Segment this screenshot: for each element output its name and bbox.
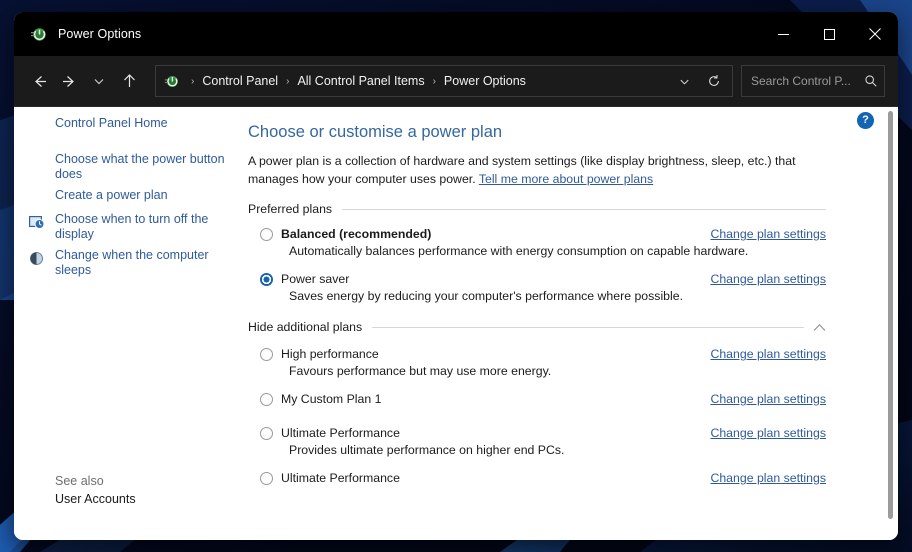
plan-row[interactable]: Ultimate Performance Provides ultimate p… (260, 426, 826, 457)
help-icon[interactable]: ? (857, 112, 874, 129)
see-also-label: See also (55, 474, 104, 488)
change-plan-settings-link[interactable]: Change plan settings (710, 227, 826, 241)
sidebar-item-control-panel-home[interactable]: Control Panel Home (55, 116, 227, 131)
change-plan-settings-link[interactable]: Change plan settings (710, 426, 826, 440)
window-title: Power Options (58, 27, 142, 41)
desktop: Power Options › Control Panel › All Cont… (0, 0, 912, 552)
breadcrumb-separator: › (432, 75, 436, 87)
plan-name: Balanced (recommended) (281, 227, 432, 241)
breadcrumb-separator: › (191, 75, 195, 87)
sleep-moon-icon (28, 250, 45, 267)
plan-name: Power saver (281, 272, 350, 286)
plan-row[interactable]: High performance Favours performance but… (260, 347, 826, 378)
plan-row[interactable]: My Custom Plan 1 Change plan settings (260, 392, 826, 406)
page-title: Choose or customise a power plan (248, 123, 503, 141)
plan-row[interactable]: Power saver Saves energy by reducing you… (260, 272, 826, 303)
change-plan-settings-link[interactable]: Change plan settings (710, 347, 826, 361)
breadcrumb-power-options-icon (164, 74, 179, 89)
section-header-additional-plans[interactable]: Hide additional plans (248, 320, 826, 334)
navigation-bar: › Control Panel › All Control Panel Item… (14, 56, 898, 107)
power-options-icon (30, 26, 47, 43)
address-bar[interactable]: › Control Panel › All Control Panel Item… (155, 65, 733, 97)
plan-description: Automatically balances performance with … (289, 244, 749, 258)
plan-description: Saves energy by reducing your computer's… (289, 289, 683, 303)
search-input[interactable]: Search Control P... (751, 74, 858, 88)
close-icon[interactable] (852, 12, 898, 56)
radio-power-saver[interactable] (260, 272, 273, 286)
scrollbar-thumb[interactable] (888, 111, 893, 519)
section-divider (372, 326, 804, 328)
main-content: ? Choose or customise a power plan A pow… (240, 107, 898, 540)
section-label: Preferred plans (248, 202, 333, 216)
plan-description: Favours performance but may use more ene… (289, 364, 552, 378)
forward-arrow-icon[interactable] (54, 66, 84, 96)
breadcrumb-item-control-panel[interactable]: Control Panel (200, 74, 280, 88)
window-controls (760, 12, 898, 56)
search-box[interactable]: Search Control P... (741, 65, 885, 97)
breadcrumb-item-power-options[interactable]: Power Options (442, 74, 528, 88)
address-dropdown-chevron-down-icon[interactable] (670, 67, 698, 95)
search-icon[interactable] (858, 74, 884, 88)
plan-name: Ultimate Performance (281, 471, 400, 485)
radio-high-performance[interactable] (260, 347, 273, 361)
title-bar: Power Options (14, 12, 898, 56)
power-options-window: Power Options › Control Panel › All Cont… (14, 12, 898, 540)
sidebar: Control Panel Home Choose what the power… (14, 107, 240, 540)
minimize-icon[interactable] (760, 12, 806, 56)
change-plan-settings-link[interactable]: Change plan settings (710, 471, 826, 485)
plan-description: Provides ultimate performance on higher … (289, 443, 565, 457)
sidebar-item-choose-display-off[interactable]: Choose when to turn off the display (55, 212, 227, 242)
sidebar-item-create-power-plan[interactable]: Create a power plan (55, 188, 227, 203)
section-header-preferred-plans: Preferred plans (248, 202, 826, 216)
breadcrumb-separator: › (286, 75, 290, 87)
sidebar-item-change-computer-sleeps[interactable]: Change when the computer sleeps (55, 248, 227, 278)
page-description: A power plan is a collection of hardware… (248, 152, 828, 188)
section-label: Hide additional plans (248, 320, 363, 334)
radio-balanced[interactable] (260, 227, 273, 241)
display-clock-icon (28, 214, 45, 231)
vertical-scrollbar[interactable] (883, 107, 898, 540)
radio-my-custom-plan-1[interactable] (260, 392, 273, 406)
plan-row[interactable]: Ultimate Performance Change plan setting… (260, 471, 826, 485)
plan-name: My Custom Plan 1 (281, 392, 382, 406)
plan-name: High performance (281, 347, 379, 361)
up-arrow-icon[interactable] (114, 66, 144, 96)
radio-ultimate-performance-2[interactable] (260, 471, 273, 485)
chevron-up-icon[interactable] (813, 323, 826, 332)
window-body: Control Panel Home Choose what the power… (14, 107, 898, 540)
maximize-icon[interactable] (806, 12, 852, 56)
refresh-icon[interactable] (698, 67, 730, 95)
change-plan-settings-link[interactable]: Change plan settings (710, 272, 826, 286)
sidebar-item-choose-power-button[interactable]: Choose what the power button does (55, 152, 227, 182)
change-plan-settings-link[interactable]: Change plan settings (710, 392, 826, 406)
section-divider (342, 208, 826, 210)
plan-row[interactable]: Balanced (recommended) Automatically bal… (260, 227, 826, 258)
recent-locations-chevron-down-icon[interactable] (84, 66, 114, 96)
tell-me-more-link[interactable]: Tell me more about power plans (479, 172, 653, 186)
back-arrow-icon[interactable] (24, 66, 54, 96)
plan-name: Ultimate Performance (281, 426, 400, 440)
sidebar-item-user-accounts[interactable]: User Accounts (55, 492, 136, 506)
breadcrumb: › Control Panel › All Control Panel Item… (185, 74, 670, 88)
radio-ultimate-performance[interactable] (260, 426, 273, 440)
breadcrumb-item-all-control-panel-items[interactable]: All Control Panel Items (295, 74, 426, 88)
